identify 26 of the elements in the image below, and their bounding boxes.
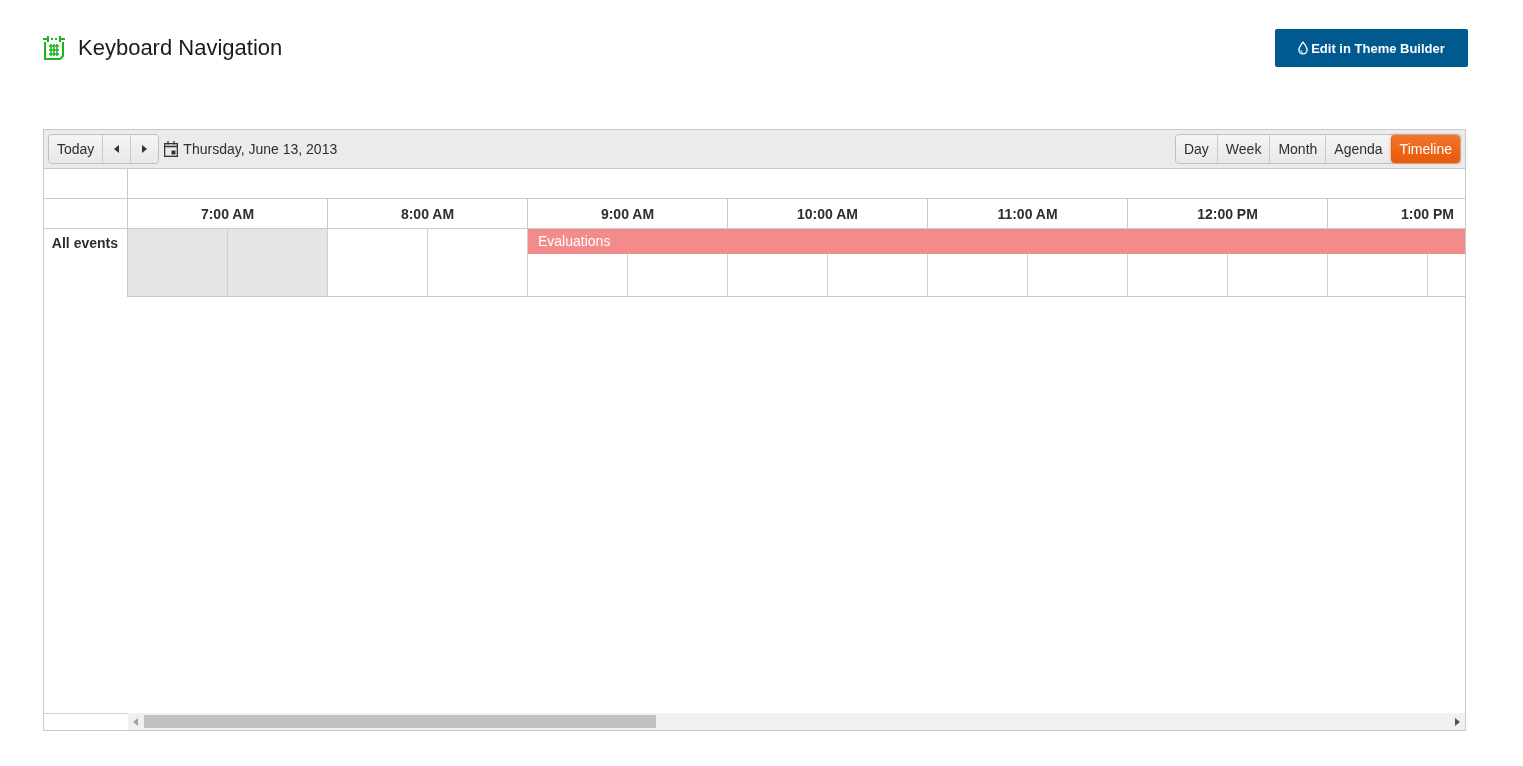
view-tab[interactable]: Month bbox=[1269, 135, 1326, 163]
page-title: Keyboard Navigation bbox=[78, 35, 283, 61]
time-label: 12:00 PM bbox=[1197, 205, 1258, 222]
view-tab[interactable]: Day bbox=[1175, 135, 1217, 163]
date-button[interactable]: Thursday, June 13, 2013 bbox=[159, 141, 338, 157]
calendar-icon bbox=[43, 36, 65, 60]
caret-left-icon bbox=[114, 145, 120, 153]
view-tab[interactable]: Week bbox=[1216, 135, 1270, 163]
time-label: 11:00 AM bbox=[997, 205, 1058, 222]
time-label: 9:00 AM bbox=[600, 205, 655, 222]
view-tab[interactable]: Agenda bbox=[1325, 135, 1391, 163]
scroll-right-icon[interactable] bbox=[1455, 717, 1460, 726]
time-label: 10:00 AM bbox=[797, 205, 858, 222]
horizontal-scrollbar[interactable] bbox=[128, 713, 1465, 730]
time-label: 8:00 AM bbox=[400, 205, 455, 222]
calendar-icon bbox=[164, 141, 179, 157]
next-button[interactable] bbox=[130, 135, 159, 163]
droplet-icon bbox=[1298, 41, 1309, 55]
caret-right-icon bbox=[142, 145, 148, 153]
group-label: All events bbox=[51, 235, 118, 251]
today-button[interactable]: Today bbox=[49, 135, 103, 163]
time-label: 7:00 AM bbox=[200, 205, 255, 222]
scrollbar-thumb[interactable] bbox=[144, 715, 656, 728]
previous-button[interactable] bbox=[102, 135, 131, 163]
time-label: 1:00 PM bbox=[1401, 205, 1454, 222]
theme-builder-button[interactable]: Edit in Theme Builder bbox=[1275, 29, 1468, 67]
